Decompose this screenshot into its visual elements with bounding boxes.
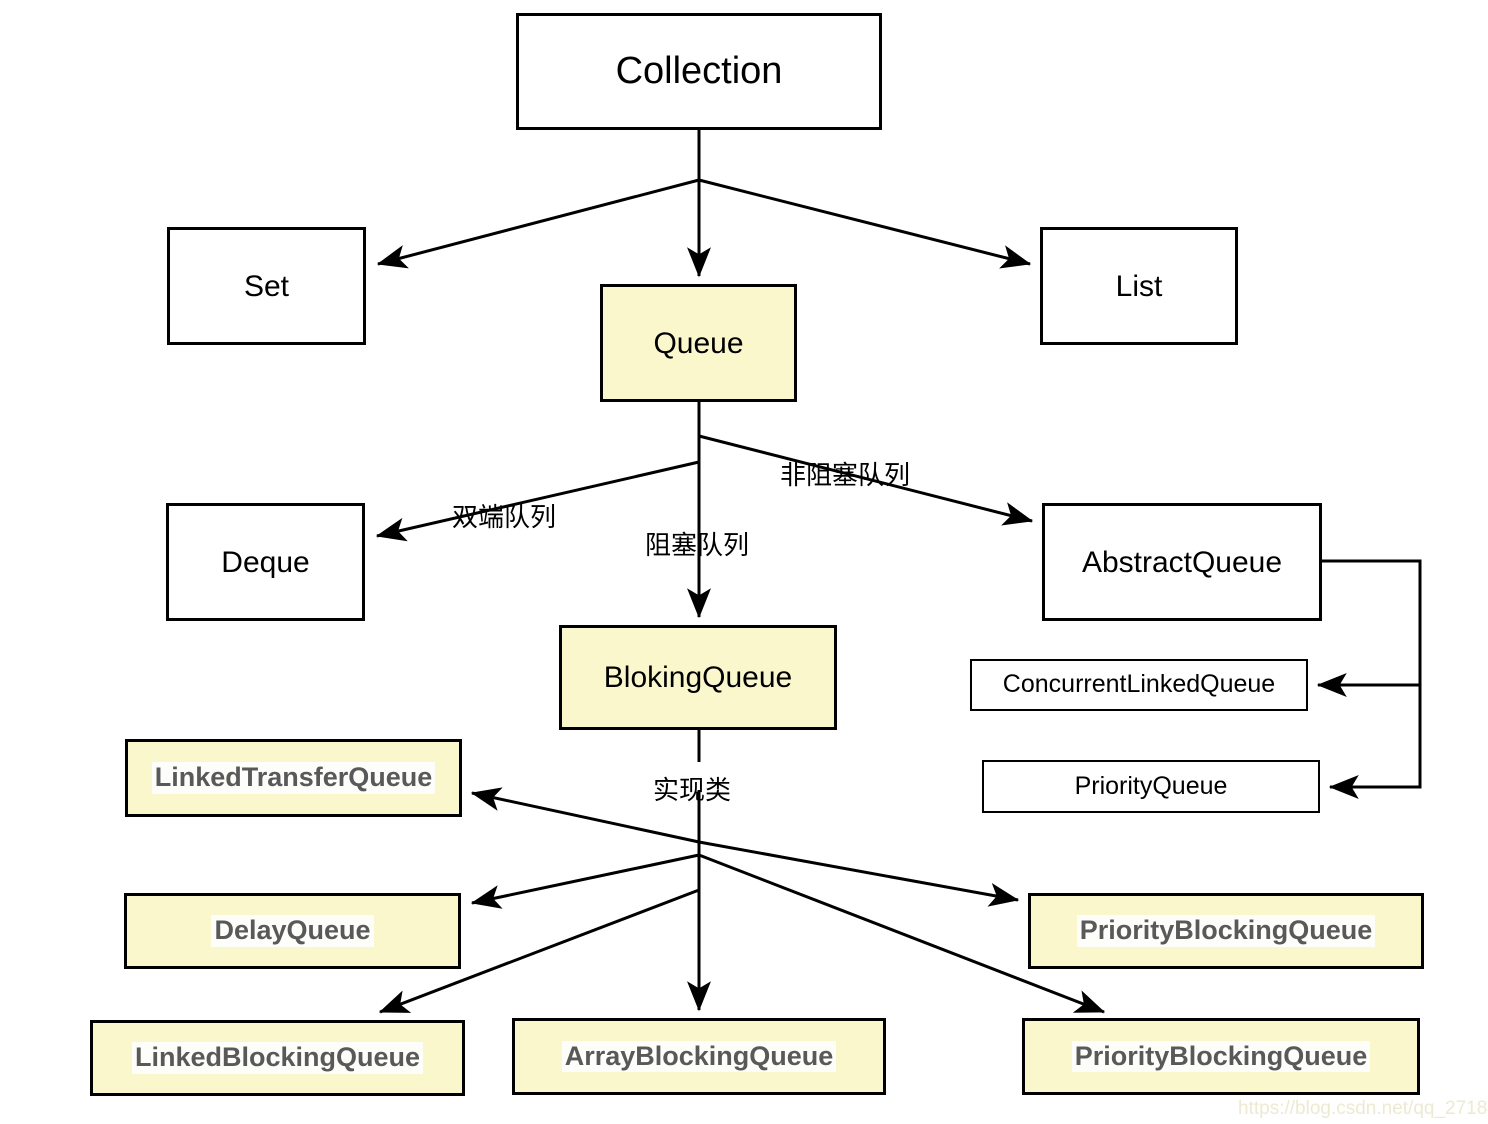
node-label: List	[1115, 269, 1163, 303]
node-label: LinkedTransferQueue	[151, 762, 436, 794]
node-priorityblockingqueue_mid[interactable]: PriorityBlockingQueue	[1028, 893, 1424, 969]
node-label: PriorityQueue	[1074, 771, 1228, 800]
node-label: ConcurrentLinkedQueue	[1002, 670, 1276, 699]
node-collection[interactable]: Collection	[516, 13, 882, 130]
node-priorityblockingqueue_bottom[interactable]: PriorityBlockingQueue	[1022, 1018, 1420, 1095]
node-label: PriorityBlockingQueue	[1071, 1040, 1371, 1073]
node-abstractqueue[interactable]: AbstractQueue	[1042, 503, 1322, 621]
node-list[interactable]: List	[1040, 227, 1238, 345]
edge-label-nonblocking-label: 非阻塞队列	[780, 461, 911, 491]
node-concurrentlinkedqueue[interactable]: ConcurrentLinkedQueue	[970, 659, 1308, 711]
edge-abstractqueue-concurrentlinkedqueue	[1316, 559, 1422, 697]
edge-collection-list	[698, 178, 1032, 269]
edge-abstractqueue-priorityqueue	[1328, 600, 1422, 799]
edge-label-blocking-label: 阻塞队列	[645, 531, 750, 561]
edge-label-impl-label: 实现类	[653, 776, 732, 806]
node-label: Queue	[653, 326, 744, 360]
edge-blokingqueue-priorityblockingqueue-mid	[698, 840, 1020, 907]
node-delayqueue[interactable]: DelayQueue	[124, 893, 461, 969]
edge-collection-set	[376, 178, 700, 269]
node-label: Set	[243, 269, 290, 303]
watermark: https://blog.csdn.net/qq_27184497	[1238, 1098, 1488, 1119]
diagram-canvas: Collection Set Queue List Deque AbstractQueue…	[0, 0, 1488, 1124]
node-set[interactable]: Set	[167, 227, 366, 345]
node-deque[interactable]: Deque	[166, 503, 365, 621]
node-label: BlokingQueue	[603, 661, 793, 694]
edge-label-deque-label: 双端队列	[452, 503, 557, 533]
node-label: AbstractQueue	[1081, 545, 1283, 579]
node-label: Collection	[615, 49, 783, 92]
edge-blokingqueue-delayqueue	[470, 853, 700, 909]
node-linkedblockingqueue[interactable]: LinkedBlockingQueue	[90, 1020, 465, 1096]
node-label: PriorityBlockingQueue	[1076, 915, 1376, 947]
node-label: LinkedBlockingQueue	[131, 1042, 424, 1074]
node-label: DelayQueue	[211, 915, 374, 947]
node-label: Deque	[221, 545, 310, 579]
node-queue[interactable]: Queue	[600, 284, 797, 402]
node-label: ArrayBlockingQueue	[561, 1040, 837, 1073]
node-priorityqueue[interactable]: PriorityQueue	[982, 760, 1320, 813]
node-arrayblockingqueue[interactable]: ArrayBlockingQueue	[512, 1018, 886, 1095]
node-blokingqueue[interactable]: BlokingQueue	[559, 625, 837, 730]
node-linkedtransferqueue[interactable]: LinkedTransferQueue	[125, 739, 462, 817]
